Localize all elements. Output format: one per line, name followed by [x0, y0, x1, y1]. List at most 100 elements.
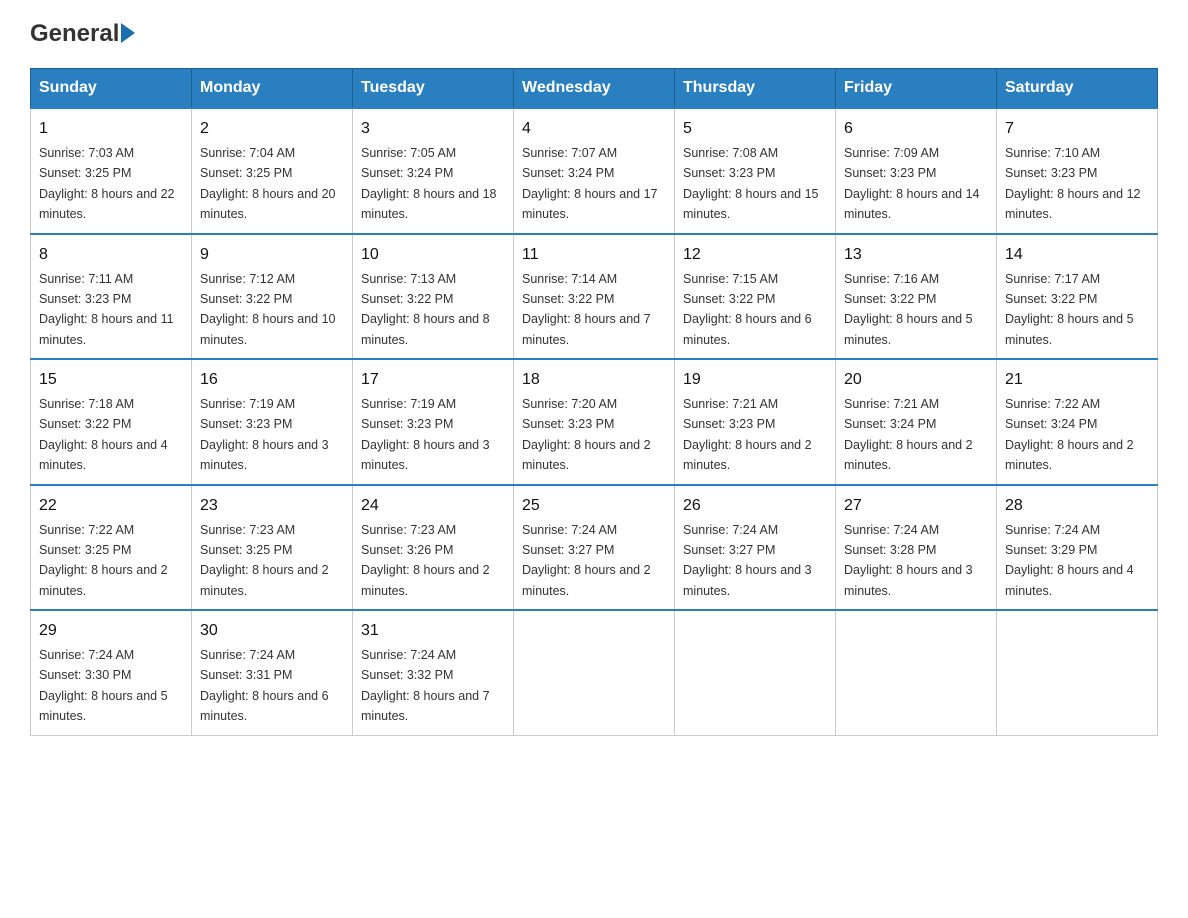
day-number: 27: [844, 494, 988, 518]
day-number: 8: [39, 243, 183, 267]
day-info: Sunrise: 7:24 AMSunset: 3:27 PMDaylight:…: [522, 523, 651, 598]
calendar-cell: [836, 610, 997, 735]
day-number: 2: [200, 117, 344, 141]
day-info: Sunrise: 7:10 AMSunset: 3:23 PMDaylight:…: [1005, 146, 1141, 221]
calendar-cell: 9 Sunrise: 7:12 AMSunset: 3:22 PMDayligh…: [192, 234, 353, 360]
calendar-cell: 4 Sunrise: 7:07 AMSunset: 3:24 PMDayligh…: [514, 108, 675, 234]
calendar-week-4: 22 Sunrise: 7:22 AMSunset: 3:25 PMDaylig…: [31, 485, 1158, 611]
day-number: 14: [1005, 243, 1149, 267]
day-number: 13: [844, 243, 988, 267]
calendar-cell: 27 Sunrise: 7:24 AMSunset: 3:28 PMDaylig…: [836, 485, 997, 611]
calendar-header-tuesday: Tuesday: [353, 69, 514, 109]
calendar-cell: 22 Sunrise: 7:22 AMSunset: 3:25 PMDaylig…: [31, 485, 192, 611]
page-header: General: [30, 20, 1158, 48]
day-number: 18: [522, 368, 666, 392]
day-info: Sunrise: 7:11 AMSunset: 3:23 PMDaylight:…: [39, 272, 174, 347]
day-number: 26: [683, 494, 827, 518]
day-number: 19: [683, 368, 827, 392]
day-number: 6: [844, 117, 988, 141]
day-info: Sunrise: 7:18 AMSunset: 3:22 PMDaylight:…: [39, 397, 168, 472]
day-info: Sunrise: 7:04 AMSunset: 3:25 PMDaylight:…: [200, 146, 336, 221]
day-info: Sunrise: 7:24 AMSunset: 3:32 PMDaylight:…: [361, 648, 490, 723]
logo-arrow-icon: [121, 23, 135, 43]
day-number: 30: [200, 619, 344, 643]
day-info: Sunrise: 7:24 AMSunset: 3:27 PMDaylight:…: [683, 523, 812, 598]
calendar-cell: [997, 610, 1158, 735]
calendar-cell: 25 Sunrise: 7:24 AMSunset: 3:27 PMDaylig…: [514, 485, 675, 611]
day-info: Sunrise: 7:12 AMSunset: 3:22 PMDaylight:…: [200, 272, 336, 347]
day-info: Sunrise: 7:20 AMSunset: 3:23 PMDaylight:…: [522, 397, 651, 472]
day-number: 11: [522, 243, 666, 267]
day-number: 21: [1005, 368, 1149, 392]
calendar-table: SundayMondayTuesdayWednesdayThursdayFrid…: [30, 68, 1158, 736]
calendar-cell: 17 Sunrise: 7:19 AMSunset: 3:23 PMDaylig…: [353, 359, 514, 485]
day-info: Sunrise: 7:17 AMSunset: 3:22 PMDaylight:…: [1005, 272, 1134, 347]
calendar-cell: 18 Sunrise: 7:20 AMSunset: 3:23 PMDaylig…: [514, 359, 675, 485]
calendar-cell: 8 Sunrise: 7:11 AMSunset: 3:23 PMDayligh…: [31, 234, 192, 360]
day-info: Sunrise: 7:21 AMSunset: 3:24 PMDaylight:…: [844, 397, 973, 472]
day-info: Sunrise: 7:08 AMSunset: 3:23 PMDaylight:…: [683, 146, 819, 221]
day-number: 1: [39, 117, 183, 141]
day-info: Sunrise: 7:19 AMSunset: 3:23 PMDaylight:…: [200, 397, 329, 472]
day-info: Sunrise: 7:22 AMSunset: 3:24 PMDaylight:…: [1005, 397, 1134, 472]
calendar-header-row: SundayMondayTuesdayWednesdayThursdayFrid…: [31, 69, 1158, 109]
day-number: 10: [361, 243, 505, 267]
day-info: Sunrise: 7:07 AMSunset: 3:24 PMDaylight:…: [522, 146, 658, 221]
day-number: 5: [683, 117, 827, 141]
calendar-cell: 20 Sunrise: 7:21 AMSunset: 3:24 PMDaylig…: [836, 359, 997, 485]
calendar-header-monday: Monday: [192, 69, 353, 109]
day-info: Sunrise: 7:23 AMSunset: 3:25 PMDaylight:…: [200, 523, 329, 598]
calendar-cell: 2 Sunrise: 7:04 AMSunset: 3:25 PMDayligh…: [192, 108, 353, 234]
logo: General: [30, 20, 135, 48]
day-number: 7: [1005, 117, 1149, 141]
day-info: Sunrise: 7:09 AMSunset: 3:23 PMDaylight:…: [844, 146, 980, 221]
calendar-cell: 15 Sunrise: 7:18 AMSunset: 3:22 PMDaylig…: [31, 359, 192, 485]
calendar-cell: 14 Sunrise: 7:17 AMSunset: 3:22 PMDaylig…: [997, 234, 1158, 360]
day-info: Sunrise: 7:23 AMSunset: 3:26 PMDaylight:…: [361, 523, 490, 598]
calendar-cell: 28 Sunrise: 7:24 AMSunset: 3:29 PMDaylig…: [997, 485, 1158, 611]
calendar-cell: 12 Sunrise: 7:15 AMSunset: 3:22 PMDaylig…: [675, 234, 836, 360]
calendar-cell: 19 Sunrise: 7:21 AMSunset: 3:23 PMDaylig…: [675, 359, 836, 485]
day-number: 9: [200, 243, 344, 267]
day-number: 22: [39, 494, 183, 518]
day-info: Sunrise: 7:13 AMSunset: 3:22 PMDaylight:…: [361, 272, 490, 347]
day-number: 15: [39, 368, 183, 392]
calendar-header-thursday: Thursday: [675, 69, 836, 109]
calendar-header-saturday: Saturday: [997, 69, 1158, 109]
day-number: 25: [522, 494, 666, 518]
day-number: 31: [361, 619, 505, 643]
day-number: 23: [200, 494, 344, 518]
day-number: 4: [522, 117, 666, 141]
day-info: Sunrise: 7:21 AMSunset: 3:23 PMDaylight:…: [683, 397, 812, 472]
calendar-week-1: 1 Sunrise: 7:03 AMSunset: 3:25 PMDayligh…: [31, 108, 1158, 234]
day-info: Sunrise: 7:24 AMSunset: 3:29 PMDaylight:…: [1005, 523, 1134, 598]
calendar-header-wednesday: Wednesday: [514, 69, 675, 109]
day-info: Sunrise: 7:16 AMSunset: 3:22 PMDaylight:…: [844, 272, 973, 347]
day-number: 3: [361, 117, 505, 141]
calendar-cell: 3 Sunrise: 7:05 AMSunset: 3:24 PMDayligh…: [353, 108, 514, 234]
calendar-cell: 7 Sunrise: 7:10 AMSunset: 3:23 PMDayligh…: [997, 108, 1158, 234]
calendar-cell: 29 Sunrise: 7:24 AMSunset: 3:30 PMDaylig…: [31, 610, 192, 735]
day-number: 28: [1005, 494, 1149, 518]
day-number: 29: [39, 619, 183, 643]
calendar-cell: 26 Sunrise: 7:24 AMSunset: 3:27 PMDaylig…: [675, 485, 836, 611]
calendar-cell: [675, 610, 836, 735]
calendar-cell: 23 Sunrise: 7:23 AMSunset: 3:25 PMDaylig…: [192, 485, 353, 611]
day-info: Sunrise: 7:19 AMSunset: 3:23 PMDaylight:…: [361, 397, 490, 472]
calendar-cell: 13 Sunrise: 7:16 AMSunset: 3:22 PMDaylig…: [836, 234, 997, 360]
day-info: Sunrise: 7:05 AMSunset: 3:24 PMDaylight:…: [361, 146, 497, 221]
calendar-cell: 24 Sunrise: 7:23 AMSunset: 3:26 PMDaylig…: [353, 485, 514, 611]
day-number: 24: [361, 494, 505, 518]
day-info: Sunrise: 7:03 AMSunset: 3:25 PMDaylight:…: [39, 146, 175, 221]
day-info: Sunrise: 7:24 AMSunset: 3:30 PMDaylight:…: [39, 648, 168, 723]
calendar-cell: [514, 610, 675, 735]
calendar-week-5: 29 Sunrise: 7:24 AMSunset: 3:30 PMDaylig…: [31, 610, 1158, 735]
calendar-cell: 16 Sunrise: 7:19 AMSunset: 3:23 PMDaylig…: [192, 359, 353, 485]
day-info: Sunrise: 7:14 AMSunset: 3:22 PMDaylight:…: [522, 272, 651, 347]
calendar-header-friday: Friday: [836, 69, 997, 109]
calendar-cell: 5 Sunrise: 7:08 AMSunset: 3:23 PMDayligh…: [675, 108, 836, 234]
day-info: Sunrise: 7:22 AMSunset: 3:25 PMDaylight:…: [39, 523, 168, 598]
calendar-week-2: 8 Sunrise: 7:11 AMSunset: 3:23 PMDayligh…: [31, 234, 1158, 360]
logo-line1: General: [30, 20, 135, 48]
day-number: 12: [683, 243, 827, 267]
